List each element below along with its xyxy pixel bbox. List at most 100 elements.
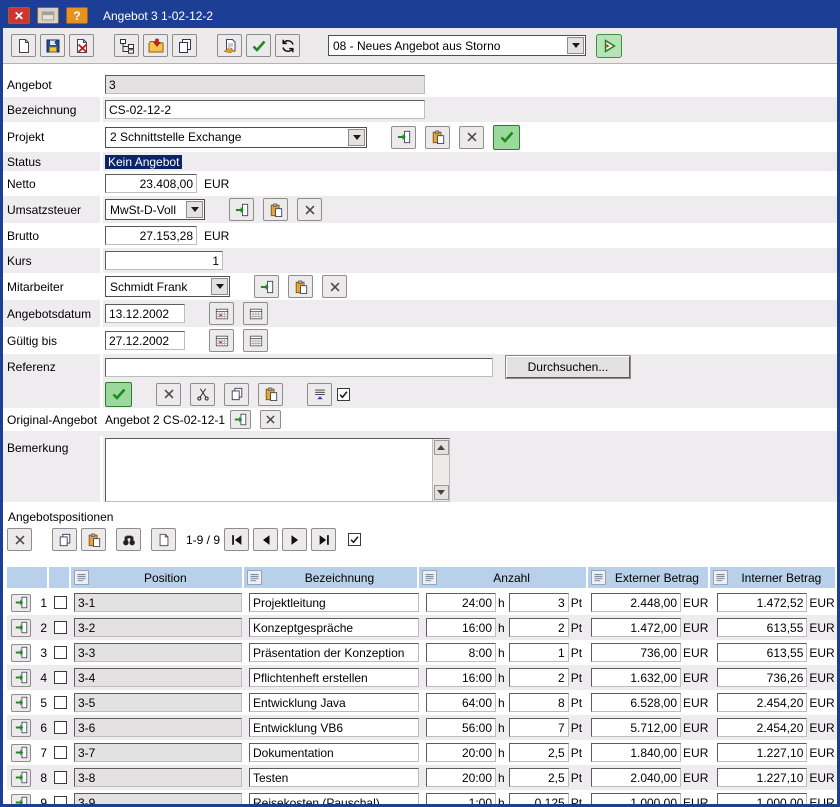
extern-amount-field[interactable]: 5.712,00: [591, 718, 681, 737]
bezeichnung-field[interactable]: Projektleitung: [249, 593, 419, 612]
extern-amount-field[interactable]: 6.528,00: [591, 693, 681, 712]
bezeichnung-field[interactable]: Konzeptgespräche: [249, 618, 419, 637]
close-button[interactable]: ✕: [8, 7, 30, 24]
umsatzsteuer-paste-button[interactable]: [263, 198, 288, 221]
new-record-button[interactable]: [11, 34, 36, 57]
hours-field[interactable]: 64:00: [426, 693, 496, 712]
sort-button[interactable]: [591, 570, 606, 585]
bezeichnung-field[interactable]: Reisekosten (Pauschal): [249, 793, 419, 807]
nav-last-button[interactable]: [311, 528, 336, 551]
extern-amount-field[interactable]: 1.632,00: [591, 668, 681, 687]
extern-amount-field[interactable]: 1.000,00: [591, 793, 681, 807]
referenz-clear-button[interactable]: [156, 383, 181, 406]
intern-amount-field[interactable]: 1.227,10: [717, 743, 807, 762]
bemerkung-text[interactable]: [106, 439, 432, 501]
position-field[interactable]: 3-9: [74, 793, 242, 807]
bezeichnung-field[interactable]: Pflichtenheft erstellen: [249, 668, 419, 687]
nav-prev-button[interactable]: [253, 528, 278, 551]
referenz-ok-button[interactable]: [105, 382, 132, 407]
extern-amount-field[interactable]: 736,00: [591, 643, 681, 662]
position-field[interactable]: 3-7: [74, 743, 242, 762]
row-goto-button[interactable]: [11, 744, 31, 762]
referenz-preview-button[interactable]: [307, 383, 332, 406]
scroll-up-button[interactable]: [434, 440, 449, 455]
row-goto-button[interactable]: [11, 794, 31, 807]
bezeichnung-input[interactable]: [105, 100, 425, 119]
bezeichnung-field[interactable]: Entwicklung VB6: [249, 718, 419, 737]
intern-amount-field[interactable]: 2.454,20: [717, 693, 807, 712]
action-select[interactable]: 08 - Neues Angebot aus Storno: [328, 35, 586, 56]
projekt-dropdown[interactable]: 2 Schnittstelle Exchange: [105, 127, 367, 148]
position-field[interactable]: 3-4: [74, 668, 242, 687]
row-goto-button[interactable]: [11, 694, 31, 712]
gueltig-bis-calendar-button[interactable]: [243, 329, 268, 352]
points-field[interactable]: 2: [509, 668, 569, 687]
points-field[interactable]: 8: [509, 693, 569, 712]
angebot-input[interactable]: [105, 75, 425, 94]
hours-field[interactable]: 1:00: [426, 793, 496, 807]
run-action-button[interactable]: [596, 34, 622, 58]
sort-button[interactable]: [74, 570, 89, 585]
row-checkbox[interactable]: [54, 671, 67, 684]
bezeichnung-field[interactable]: Präsentation der Konzeption: [249, 643, 419, 662]
mitarbeiter-goto-button[interactable]: [254, 275, 279, 298]
projekt-goto-button[interactable]: [391, 126, 416, 149]
position-field[interactable]: 3-2: [74, 618, 242, 637]
refresh-button[interactable]: [275, 34, 300, 57]
mitarbeiter-dropdown-arrow-button[interactable]: [211, 278, 228, 295]
sort-button[interactable]: [713, 570, 728, 585]
hours-field[interactable]: 24:00: [426, 593, 496, 612]
hours-field[interactable]: 8:00: [426, 643, 496, 662]
projekt-clear-button[interactable]: [459, 126, 484, 149]
umsatzsteuer-dropdown[interactable]: MwSt-D-Voll: [105, 199, 205, 220]
row-checkbox[interactable]: [54, 796, 67, 807]
positions-toolbar-checkbox[interactable]: [348, 533, 361, 546]
positions-delete-button[interactable]: [7, 528, 32, 551]
gueltig-bis-calendar-set-button[interactable]: [209, 329, 234, 352]
referenz-cut-button[interactable]: [190, 383, 215, 406]
save-button[interactable]: [40, 34, 65, 57]
intern-amount-field[interactable]: 1.000,00: [717, 793, 807, 807]
points-field[interactable]: 0,125: [509, 793, 569, 807]
umsatzsteuer-goto-button[interactable]: [229, 198, 254, 221]
referenz-checkbox[interactable]: [337, 388, 350, 401]
position-field[interactable]: 3-1: [74, 593, 242, 612]
intern-amount-field[interactable]: 2.454,20: [717, 718, 807, 737]
extern-amount-field[interactable]: 1.840,00: [591, 743, 681, 762]
confirm-button[interactable]: [246, 34, 271, 57]
hours-field[interactable]: 20:00: [426, 768, 496, 787]
brutto-input[interactable]: [105, 226, 197, 245]
hours-field[interactable]: 16:00: [426, 668, 496, 687]
gueltig-bis-input[interactable]: [105, 331, 185, 350]
hours-field[interactable]: 16:00: [426, 618, 496, 637]
open-import-button[interactable]: [143, 34, 168, 57]
referenz-paste-button[interactable]: [258, 383, 283, 406]
umsatzsteuer-dropdown-arrow-button[interactable]: [186, 201, 203, 218]
original-angebot-goto-button[interactable]: [230, 410, 251, 429]
projekt-paste-button[interactable]: [425, 126, 450, 149]
bemerkung-textarea[interactable]: [105, 438, 450, 502]
mitarbeiter-paste-button[interactable]: [288, 275, 313, 298]
positions-copy-button[interactable]: [52, 528, 77, 551]
referenz-input[interactable]: [105, 358, 493, 377]
projekt-ok-button[interactable]: [493, 125, 520, 150]
bezeichnung-field[interactable]: Testen: [249, 768, 419, 787]
row-checkbox[interactable]: [54, 621, 67, 634]
row-checkbox[interactable]: [54, 746, 67, 759]
browse-button[interactable]: Durchsuchen...: [506, 356, 630, 378]
nav-first-button[interactable]: [224, 528, 249, 551]
points-field[interactable]: 2,5: [509, 743, 569, 762]
bezeichnung-field[interactable]: Dokumentation: [249, 743, 419, 762]
angebotsdatum-calendar-set-button[interactable]: [209, 302, 234, 325]
original-angebot-clear-button[interactable]: [260, 410, 281, 429]
intern-amount-field[interactable]: 1.227,10: [717, 768, 807, 787]
position-field[interactable]: 3-3: [74, 643, 242, 662]
intern-amount-field[interactable]: 613,55: [717, 618, 807, 637]
extern-amount-field[interactable]: 2.448,00: [591, 593, 681, 612]
row-checkbox[interactable]: [54, 696, 67, 709]
properties-button[interactable]: [217, 34, 242, 57]
intern-amount-field[interactable]: 613,55: [717, 643, 807, 662]
delete-record-button[interactable]: [69, 34, 94, 57]
netto-input[interactable]: [105, 174, 197, 193]
positions-paste-button[interactable]: [81, 528, 106, 551]
